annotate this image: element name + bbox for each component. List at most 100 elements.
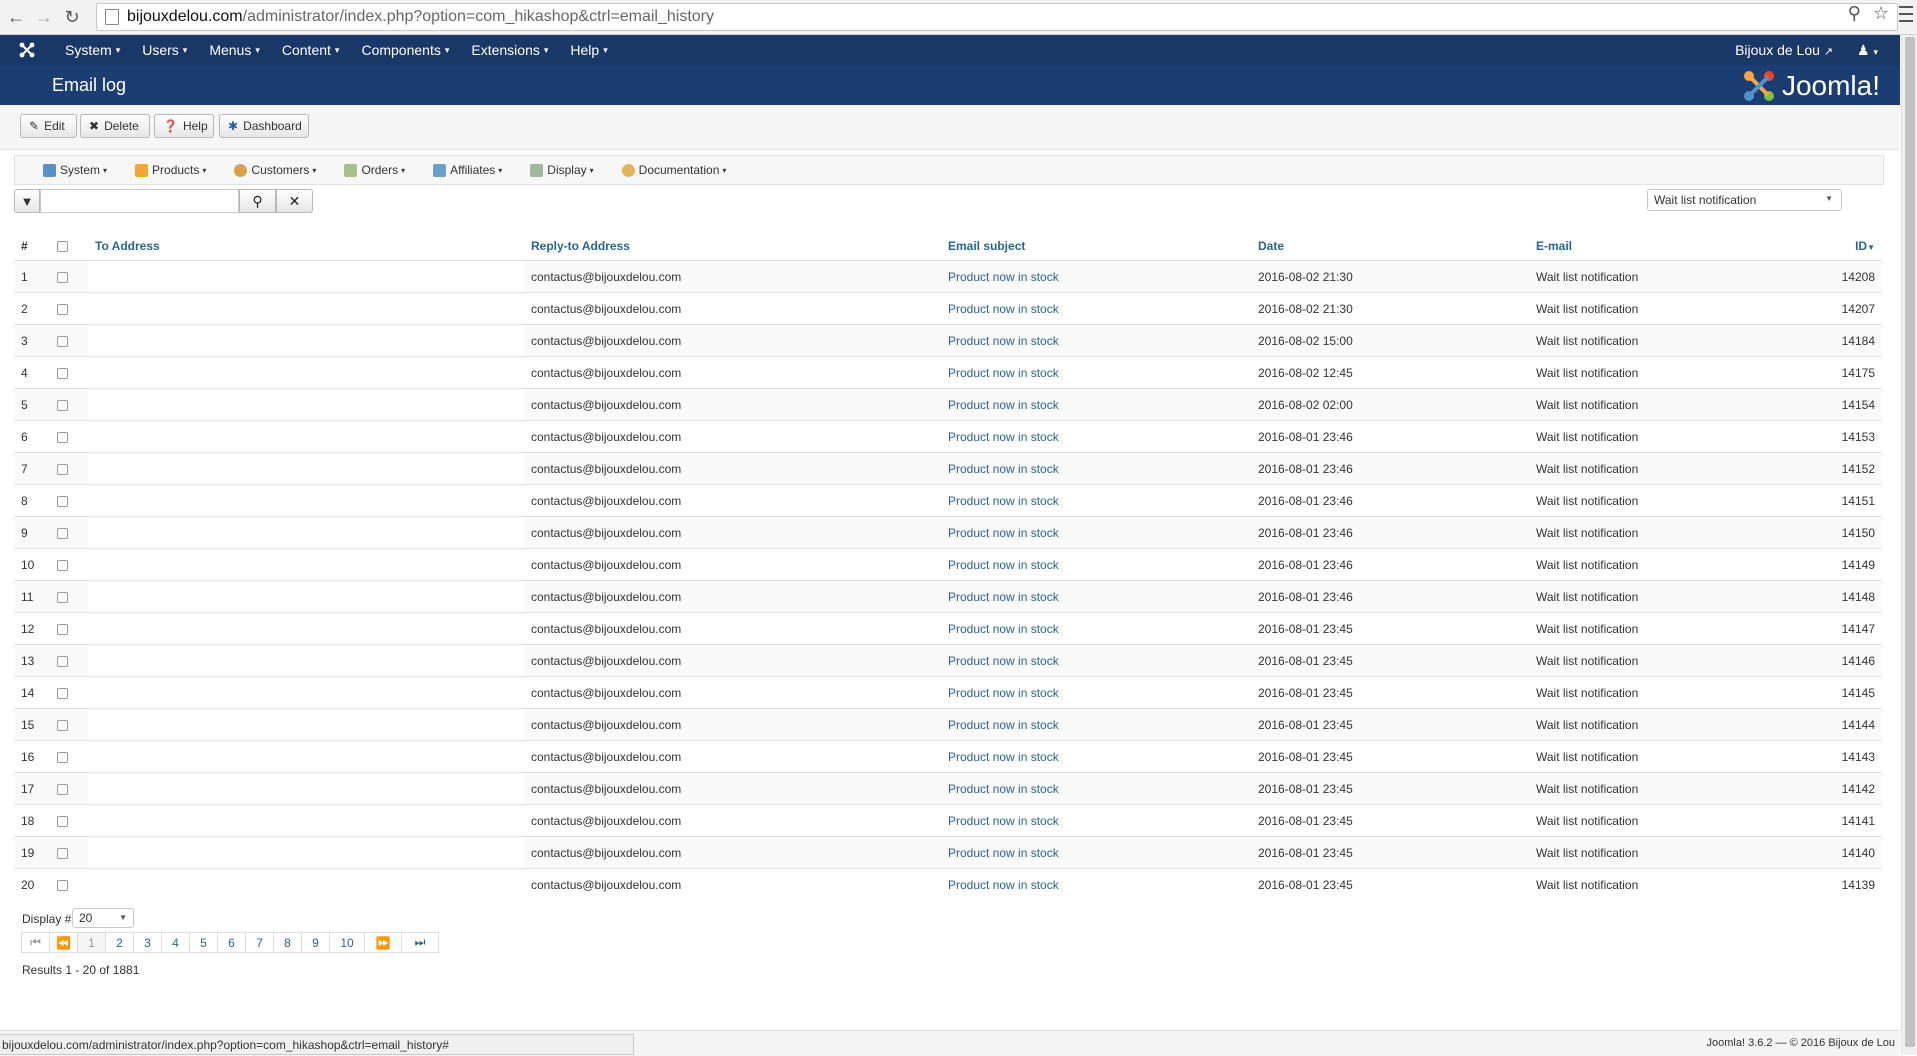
row-checkbox[interactable] [57,591,68,603]
subject-link[interactable]: Product now in stock [941,868,1251,900]
bookmark-star-icon[interactable]: ☆ [1873,3,1889,24]
page-link[interactable]: 1 [77,932,106,953]
submenu-documentation[interactable]: Documentation ▾ [621,163,726,177]
page-link[interactable]: 5 [189,932,218,953]
help-button[interactable]: ❓ Help [154,114,214,138]
page-link[interactable]: 9 [301,932,330,953]
delete-button[interactable]: ✖ Delete [80,114,150,138]
page-link[interactable]: 3 [133,932,162,953]
reload-icon[interactable]: ↻ [60,5,84,29]
row-checkbox[interactable] [57,399,68,411]
submenu-display[interactable]: Display ▾ [530,163,594,177]
zoom-icon[interactable]: ⚲ [1848,3,1861,24]
row-checkbox[interactable] [57,847,68,859]
subject-link[interactable]: Product now in stock [941,644,1251,677]
nav-content[interactable]: Content ▾ [271,42,351,58]
subject-link[interactable]: Product now in stock [941,804,1251,837]
col-to-address[interactable]: To Address [88,232,524,261]
forward-icon[interactable]: → [32,5,56,29]
address-bar[interactable]: bijouxdelou.com/administrator/index.php?… [96,3,1898,31]
page-link[interactable]: 2 [105,932,134,953]
row-checkbox[interactable] [57,559,68,571]
clear-search-button[interactable]: ✕ [276,189,313,213]
submenu-products[interactable]: Products ▾ [135,163,206,177]
row-checkbox[interactable] [57,463,68,475]
page-link[interactable]: 7 [245,932,274,953]
table-row[interactable]: 17 contactus@bijouxdelou.com Product now i… [14,772,1882,805]
submenu-customers[interactable]: Customers ▾ [234,163,316,177]
table-row[interactable]: 11 contactus@bijouxdelou.com Product now i… [14,580,1882,613]
table-row[interactable]: 13 contactus@bijouxdelou.com Product now i… [14,644,1882,677]
submenu-affiliates[interactable]: Affiliates ▾ [433,163,502,177]
table-row[interactable]: 8 contactus@bijouxdelou.com Product now in… [14,484,1882,517]
page-link[interactable]: 10 [329,932,365,953]
next-page-icon[interactable]: ⏩ [364,932,402,953]
page-scrollbar[interactable] [1901,35,1917,1055]
subject-link[interactable]: Product now in stock [941,484,1251,517]
table-row[interactable]: 6 contactus@bijouxdelou.com Product now in… [14,420,1882,453]
subject-link[interactable]: Product now in stock [941,708,1251,741]
subject-link[interactable]: Product now in stock [941,836,1251,869]
row-checkbox[interactable] [57,655,68,667]
first-page-icon[interactable]: ⏮ [21,932,50,953]
table-row[interactable]: 16 contactus@bijouxdelou.com Product now i… [14,740,1882,773]
page-link[interactable]: 8 [273,932,302,953]
table-row[interactable]: 7 contactus@bijouxdelou.com Product now in… [14,452,1882,485]
dashboard-button[interactable]: ✱ Dashboard [219,114,309,138]
table-row[interactable]: 1 contactus@bijouxdelou.com Product now in… [14,260,1882,293]
table-row[interactable]: 4 contactus@bijouxdelou.com Product now in… [14,356,1882,389]
subject-link[interactable]: Product now in stock [941,580,1251,613]
back-icon[interactable]: ← [4,5,28,29]
scrollbar-thumb[interactable] [1905,37,1915,1047]
subject-link[interactable]: Product now in stock [941,356,1251,389]
col-email[interactable]: E-mail [1529,232,1809,261]
display-limit-select[interactable]: 20 ▼ [72,908,134,928]
edit-button[interactable]: ✎ Edit [20,114,77,138]
subject-link[interactable]: Product now in stock [941,388,1251,421]
subject-link[interactable]: Product now in stock [941,260,1251,293]
row-checkbox[interactable] [57,527,68,539]
row-checkbox[interactable] [57,751,68,763]
subject-link[interactable]: Product now in stock [941,324,1251,357]
select-all-checkbox[interactable] [57,241,68,253]
submenu-orders[interactable]: Orders ▾ [344,163,405,177]
col-reply-to[interactable]: Reply-to Address [524,232,941,261]
prev-page-icon[interactable]: ⏪ [49,932,78,953]
table-row[interactable]: 12 contactus@bijouxdelou.com Product now i… [14,612,1882,645]
row-checkbox[interactable] [57,879,68,891]
row-checkbox[interactable] [57,335,68,347]
row-checkbox[interactable] [57,367,68,379]
filter-toggle-button[interactable]: ▼ [14,189,40,213]
subject-link[interactable]: Product now in stock [941,292,1251,325]
table-row[interactable]: 18 contactus@bijouxdelou.com Product now i… [14,804,1882,837]
email-type-select[interactable]: Wait list notification ▼ [1647,189,1842,211]
subject-link[interactable]: Product now in stock [941,516,1251,549]
row-checkbox[interactable] [57,623,68,635]
page-link[interactable]: 6 [217,932,246,953]
table-row[interactable]: 15 contactus@bijouxdelou.com Product now i… [14,708,1882,741]
col-id[interactable]: ID▼ [1809,232,1882,261]
subject-link[interactable]: Product now in stock [941,676,1251,709]
row-checkbox[interactable] [57,495,68,507]
table-row[interactable]: 14 contactus@bijouxdelou.com Product now i… [14,676,1882,709]
row-checkbox[interactable] [57,783,68,795]
joomla-logo-icon[interactable] [0,35,54,65]
nav-help[interactable]: Help ▾ [559,42,618,58]
subject-link[interactable]: Product now in stock [941,772,1251,805]
nav-menus[interactable]: Menus ▾ [198,42,271,58]
row-checkbox[interactable] [57,271,68,283]
subject-link[interactable]: Product now in stock [941,420,1251,453]
nav-extensions[interactable]: Extensions ▾ [460,42,559,58]
search-button[interactable]: ⚲ [239,189,276,213]
subject-link[interactable]: Product now in stock [941,740,1251,773]
row-checkbox[interactable] [57,719,68,731]
table-row[interactable]: 3 contactus@bijouxdelou.com Product now in… [14,324,1882,357]
table-row[interactable]: 10 contactus@bijouxdelou.com Product now i… [14,548,1882,581]
table-row[interactable]: 5 contactus@bijouxdelou.com Product now in… [14,388,1882,421]
user-menu[interactable]: ♟ ▾ [1857,42,1878,59]
nav-users[interactable]: Users ▾ [131,42,198,58]
page-link[interactable]: 4 [161,932,190,953]
subject-link[interactable]: Product now in stock [941,548,1251,581]
table-row[interactable]: 2 contactus@bijouxdelou.com Product now in… [14,292,1882,325]
row-checkbox[interactable] [57,303,68,315]
